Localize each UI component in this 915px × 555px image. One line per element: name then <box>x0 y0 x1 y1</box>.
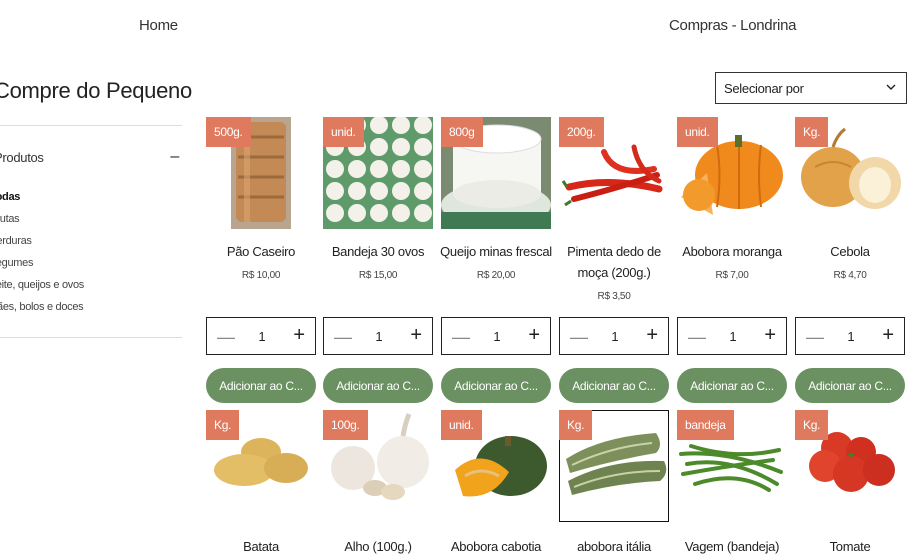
category-item-paes[interactable]: Pães, bolos e doces <box>0 300 84 322</box>
increase-icon[interactable]: + <box>646 324 658 347</box>
product-name[interactable]: Bandeja 30 ovos <box>319 241 437 262</box>
product-price: R$ 15,00 <box>358 270 398 281</box>
unit-badge: Kg. <box>795 410 829 440</box>
category-item-todas[interactable]: Todas <box>0 190 84 212</box>
sidebar-brand-title: Compre do Pequeno <box>0 78 192 103</box>
quantity-stepper[interactable]: — 1 + <box>559 317 669 355</box>
quantity-stepper[interactable]: — 1 + <box>323 317 433 355</box>
quantity-stepper[interactable]: — 1 + <box>795 317 905 355</box>
product-price: R$ 4,70 <box>833 270 867 281</box>
nav-location-link[interactable]: Compras - Londrina <box>669 17 796 34</box>
product-name[interactable]: abobora itália <box>555 536 673 555</box>
minus-icon[interactable]: – <box>170 148 179 166</box>
unit-badge: unid. <box>677 117 718 147</box>
product-name[interactable]: Alho (100g.) <box>319 536 437 555</box>
product-name[interactable]: Abobora moranga <box>673 241 791 262</box>
quantity-stepper[interactable]: — 1 + <box>677 317 787 355</box>
add-to-cart-button[interactable]: Adicionar ao C... <box>206 368 316 403</box>
add-to-cart-button[interactable]: Adicionar ao C... <box>677 368 787 403</box>
unit-badge: 200g. <box>559 117 604 147</box>
product-name[interactable]: Queijo minas frescal <box>437 241 555 262</box>
sort-select[interactable]: Selecionar por <box>715 72 907 104</box>
product-name[interactable]: Abobora cabotia <box>437 536 555 555</box>
category-list: Todas Frutas Verduras Legumes Leite, que… <box>0 190 84 322</box>
category-item-frutas[interactable]: Frutas <box>0 212 84 234</box>
quantity-stepper[interactable]: — 1 + <box>206 317 316 355</box>
unit-badge: unid. <box>323 117 364 147</box>
unit-badge: bandeja <box>677 410 734 440</box>
unit-badge: 100g. <box>323 410 368 440</box>
add-to-cart-button[interactable]: Adicionar ao C... <box>795 368 905 403</box>
category-toggle[interactable]: Produtos – <box>0 148 182 166</box>
sort-select-label: Selecionar por <box>724 81 804 96</box>
product-name[interactable]: Pão Caseiro <box>202 241 320 262</box>
add-to-cart-button[interactable]: Adicionar ao C... <box>441 368 551 403</box>
unit-badge: Kg. <box>795 117 829 147</box>
product-name[interactable]: Tomate <box>791 536 909 555</box>
top-nav: Home Compras - Londrina <box>0 0 915 50</box>
category-item-verduras[interactable]: Verduras <box>0 234 84 256</box>
increase-icon[interactable]: + <box>764 324 776 347</box>
add-to-cart-button[interactable]: Adicionar ao C... <box>559 368 669 403</box>
unit-badge: Kg. <box>206 410 240 440</box>
divider <box>0 125 182 126</box>
product-name[interactable]: Vagem (bandeja) <box>673 536 791 555</box>
increase-icon[interactable]: + <box>293 324 305 347</box>
product-price: R$ 20,00 <box>476 270 516 281</box>
increase-icon[interactable]: + <box>410 324 422 347</box>
product-name[interactable]: Cebola <box>791 241 909 262</box>
product-name[interactable]: Batata <box>202 536 320 555</box>
increase-icon[interactable]: + <box>528 324 540 347</box>
quantity-stepper[interactable]: — 1 + <box>441 317 551 355</box>
product-price: R$ 7,00 <box>715 270 749 281</box>
unit-badge: 800g <box>441 117 483 147</box>
unit-badge: Kg. <box>559 410 593 440</box>
product-name[interactable]: Pimenta dedo de moça (200g.) <box>555 241 673 283</box>
product-price: R$ 3,50 <box>597 291 631 302</box>
category-item-leite[interactable]: Leite, queijos e ovos <box>0 278 84 300</box>
add-to-cart-button[interactable]: Adicionar ao C... <box>323 368 433 403</box>
category-item-legumes[interactable]: Legumes <box>0 256 84 278</box>
chevron-down-icon <box>886 84 896 90</box>
category-header-label: Produtos <box>0 150 44 165</box>
unit-badge: 500g. <box>206 117 251 147</box>
unit-badge: unid. <box>441 410 482 440</box>
divider <box>0 337 182 338</box>
increase-icon[interactable]: + <box>882 324 894 347</box>
product-price: R$ 10,00 <box>241 270 281 281</box>
nav-home-link[interactable]: Home <box>139 17 178 34</box>
